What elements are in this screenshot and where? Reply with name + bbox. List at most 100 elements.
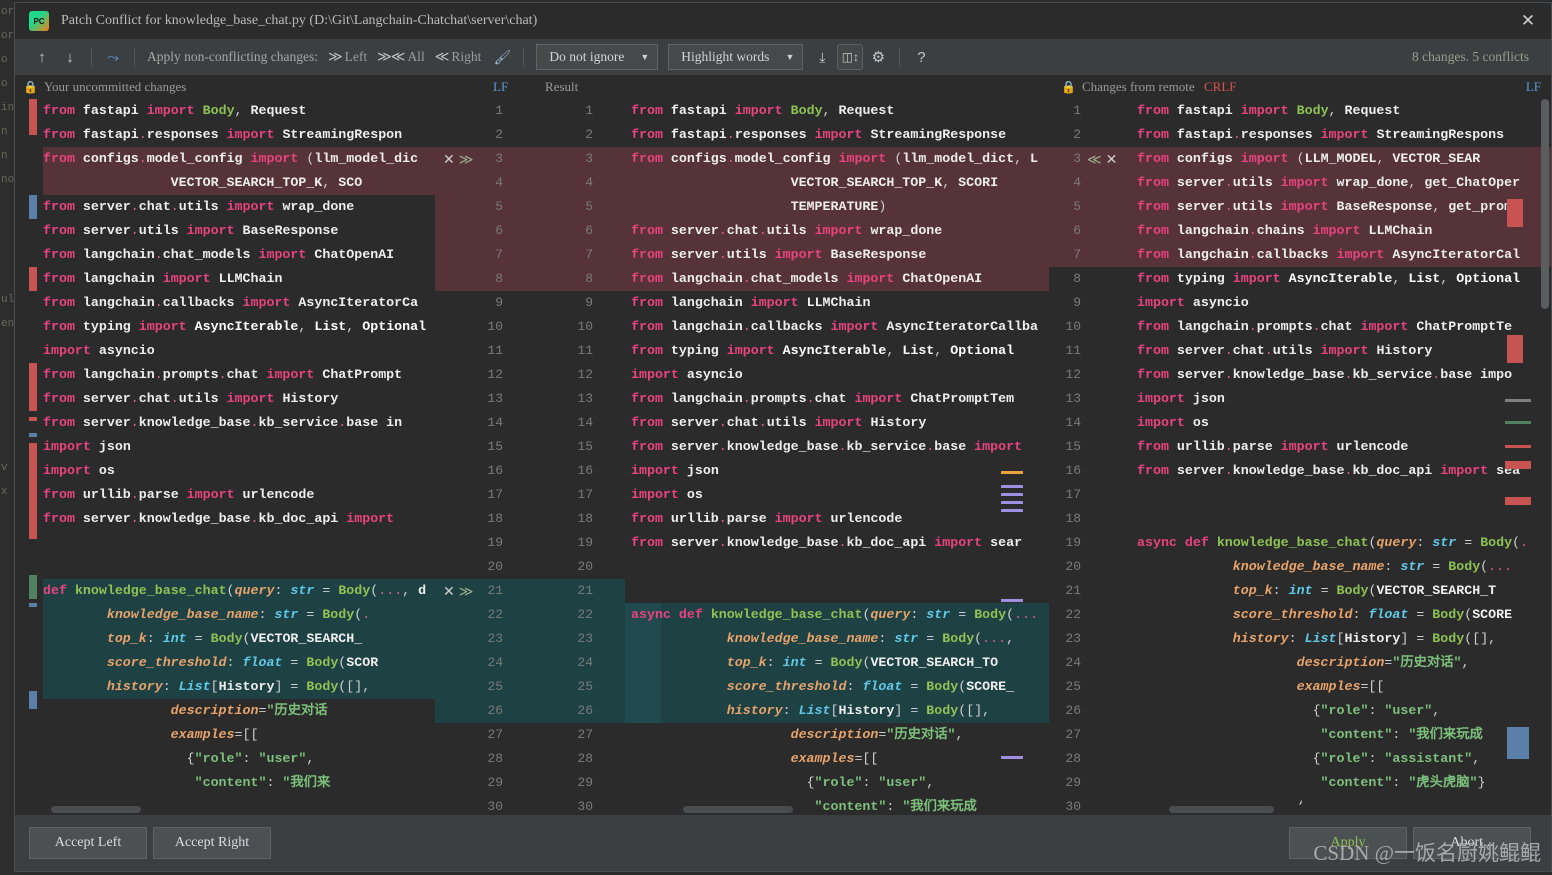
reject-icon[interactable]: ✕ bbox=[1106, 147, 1118, 171]
code-line[interactable]: VECTOR_SEARCH_TOP_K, SCORI bbox=[631, 171, 1038, 195]
code-line[interactable]: from configs.model_config import (llm_mo… bbox=[631, 147, 1038, 171]
code-line[interactable]: from server.knowledge_base.kb_service.ba… bbox=[43, 411, 426, 435]
code-line[interactable]: import os bbox=[631, 483, 1038, 507]
code-line[interactable]: import asyncio bbox=[631, 363, 1038, 387]
highlight-policy-select[interactable]: Highlight words ▼ bbox=[668, 44, 804, 70]
left-horizontal-scrollbar[interactable] bbox=[51, 806, 141, 813]
code-line[interactable]: from urllib.parse import urlencode bbox=[43, 483, 426, 507]
code-line[interactable]: examples=[[ bbox=[631, 747, 1038, 771]
code-line[interactable]: from server.chat.utils import History bbox=[43, 387, 426, 411]
apply-all-non-conflicting-icon[interactable]: ⤳ bbox=[100, 44, 126, 70]
code-line[interactable]: description="历史对话", bbox=[1137, 651, 1528, 675]
right-horizontal-scrollbar[interactable] bbox=[1169, 806, 1274, 813]
ignore-policy-select[interactable]: Do not ignore ▼ bbox=[536, 44, 659, 70]
code-line[interactable]: from typing import AsyncIterable, List, … bbox=[1137, 267, 1528, 291]
code-line[interactable]: knowledge_base_name: str = Body(..., bbox=[631, 627, 1038, 651]
apply-right-button[interactable]: ≪ Right bbox=[433, 49, 488, 66]
conflict-accept-left-1[interactable]: ✕ ≫ bbox=[443, 147, 473, 171]
code-line[interactable]: from langchain.callbacks import AsyncIte… bbox=[1137, 243, 1528, 267]
previous-difference-icon[interactable]: ↑ bbox=[29, 44, 55, 70]
sync-scroll-icon[interactable]: ◫↕ bbox=[837, 44, 864, 70]
code-line[interactable]: from typing import AsyncIterable, List, … bbox=[631, 339, 1038, 363]
code-line[interactable]: {"role": "assistant", bbox=[1137, 747, 1528, 771]
code-line[interactable]: from configs import (LLM_MODEL, VECTOR_S… bbox=[1137, 147, 1528, 171]
code-line[interactable]: knowledge_base_name: str = Body(... bbox=[1137, 555, 1528, 579]
code-line[interactable]: from fastapi import Body, Request bbox=[1137, 99, 1528, 123]
right-editor-pane[interactable]: from fastapi import Body, Request from fa… bbox=[1131, 99, 1551, 815]
code-line[interactable]: import asyncio bbox=[1137, 291, 1528, 315]
code-line[interactable]: from server.knowledge_base.kb_doc_api im… bbox=[631, 531, 1038, 555]
result-line-ending[interactable]: CRLF bbox=[1204, 79, 1237, 95]
apply-all-button[interactable]: ≫≪ All bbox=[375, 49, 431, 66]
code-line[interactable]: from server.knowledge_base.kb_doc_api im… bbox=[1137, 459, 1528, 483]
left-code[interactable]: from fastapi import Body, Request from fa… bbox=[43, 99, 426, 795]
code-line[interactable]: from server.chat.utils import History bbox=[631, 411, 1038, 435]
code-line[interactable] bbox=[43, 555, 426, 579]
code-line[interactable]: "content": "我们来 bbox=[43, 771, 426, 795]
help-icon[interactable]: ? bbox=[908, 44, 934, 70]
right-code[interactable]: from fastapi import Body, Request from fa… bbox=[1137, 99, 1528, 815]
code-line[interactable]: from server.utils import wrap_done, get_… bbox=[1137, 171, 1528, 195]
code-line[interactable]: top_k: int = Body(VECTOR_SEARCH_ bbox=[43, 627, 426, 651]
code-line[interactable]: import json bbox=[631, 459, 1038, 483]
code-line[interactable]: VECTOR_SEARCH_TOP_K, SCO bbox=[43, 171, 426, 195]
code-line[interactable]: from langchain.chat_models import ChatOp… bbox=[43, 243, 426, 267]
code-line[interactable]: {"role": "user", bbox=[1137, 699, 1528, 723]
accept-right-chevron-icon[interactable]: ≫ bbox=[459, 579, 474, 603]
code-line[interactable]: history: List[History] = Body([], bbox=[631, 699, 1038, 723]
code-line[interactable]: knowledge_base_name: str = Body(. bbox=[43, 603, 426, 627]
left-line-ending[interactable]: LF bbox=[493, 79, 508, 95]
code-line[interactable]: description="历史对话 bbox=[43, 699, 426, 723]
code-line[interactable]: from server.knowledge_base.kb_service.ba… bbox=[631, 435, 1038, 459]
result-editor-pane[interactable]: from fastapi import Body, Request from fa… bbox=[625, 99, 1049, 815]
code-line[interactable]: top_k: int = Body(VECTOR_SEARCH_TO bbox=[631, 651, 1038, 675]
apply-button[interactable]: Apply bbox=[1289, 827, 1407, 859]
close-icon[interactable]: ✕ bbox=[1505, 3, 1551, 39]
code-line[interactable]: from fastapi.responses import StreamingR… bbox=[43, 123, 426, 147]
code-line[interactable]: import json bbox=[43, 435, 426, 459]
code-line[interactable]: examples=[[ bbox=[1137, 675, 1528, 699]
code-line[interactable]: from langchain.callbacks import AsyncIte… bbox=[43, 291, 426, 315]
code-line[interactable]: from langchain.callbacks import AsyncIte… bbox=[631, 315, 1038, 339]
abort-button[interactable]: Abort... bbox=[1413, 827, 1531, 859]
accept-left-button[interactable]: Accept Left bbox=[29, 827, 147, 859]
code-line[interactable]: from langchain.prompts.chat import ChatP… bbox=[631, 387, 1038, 411]
code-line[interactable]: top_k: int = Body(VECTOR_SEARCH_T bbox=[1137, 579, 1528, 603]
code-line[interactable]: examples=[[ bbox=[43, 723, 426, 747]
code-line[interactable] bbox=[631, 579, 1038, 603]
reject-icon[interactable]: ✕ bbox=[443, 147, 455, 171]
code-line[interactable]: async def knowledge_base_chat(query: str… bbox=[631, 603, 1038, 627]
code-line[interactable]: score_threshold: float = Body(SCORE_ bbox=[631, 675, 1038, 699]
code-line[interactable]: from langchain import LLMChain bbox=[43, 267, 426, 291]
accept-right-chevron-icon[interactable]: ≫ bbox=[459, 147, 474, 171]
code-line[interactable]: import os bbox=[1137, 411, 1528, 435]
reject-icon[interactable]: ✕ bbox=[443, 579, 455, 603]
code-line[interactable]: "content": "虎头虎脑"} bbox=[1137, 771, 1528, 795]
code-line[interactable]: from fastapi.responses import StreamingR… bbox=[631, 123, 1038, 147]
code-line[interactable]: {"role": "user", bbox=[631, 771, 1038, 795]
code-line[interactable]: from server.utils import BaseResponse bbox=[43, 219, 426, 243]
code-line[interactable] bbox=[1137, 483, 1528, 507]
code-line[interactable]: history: List[History] = Body([], bbox=[43, 675, 426, 699]
code-line[interactable]: from server.chat.utils import wrap_done bbox=[43, 195, 426, 219]
code-line[interactable]: from fastapi.responses import StreamingR… bbox=[1137, 123, 1528, 147]
code-line[interactable] bbox=[1137, 507, 1528, 531]
result-code[interactable]: from fastapi import Body, Request from fa… bbox=[631, 99, 1038, 815]
code-line[interactable]: from server.chat.utils import wrap_done bbox=[631, 219, 1038, 243]
code-line[interactable]: from configs.model_config import (llm_mo… bbox=[43, 147, 426, 171]
next-difference-icon[interactable]: ↓ bbox=[57, 44, 83, 70]
code-line[interactable]: import os bbox=[43, 459, 426, 483]
code-line[interactable]: from langchain.chat_models import ChatOp… bbox=[631, 267, 1038, 291]
conflict-accept-left-2[interactable]: ✕ ≫ bbox=[443, 579, 473, 603]
code-line[interactable]: from fastapi import Body, Request bbox=[43, 99, 426, 123]
code-line[interactable]: from server.knowledge_base.kb_service.ba… bbox=[1137, 363, 1528, 387]
accept-left-chevron-icon[interactable]: ≪ bbox=[1087, 147, 1102, 171]
gear-icon[interactable]: ⚙ bbox=[865, 44, 891, 70]
conflict-accept-right-1[interactable]: ≪ ✕ bbox=[1087, 147, 1117, 171]
code-line[interactable] bbox=[43, 531, 426, 555]
result-horizontal-scrollbar[interactable] bbox=[683, 806, 793, 813]
code-line[interactable]: from typing import AsyncIterable, List, … bbox=[43, 315, 426, 339]
code-line[interactable]: score_threshold: float = Body(SCOR bbox=[43, 651, 426, 675]
collapse-unchanged-icon[interactable]: ⤓ bbox=[809, 44, 835, 70]
code-line[interactable]: from fastapi import Body, Request bbox=[631, 99, 1038, 123]
